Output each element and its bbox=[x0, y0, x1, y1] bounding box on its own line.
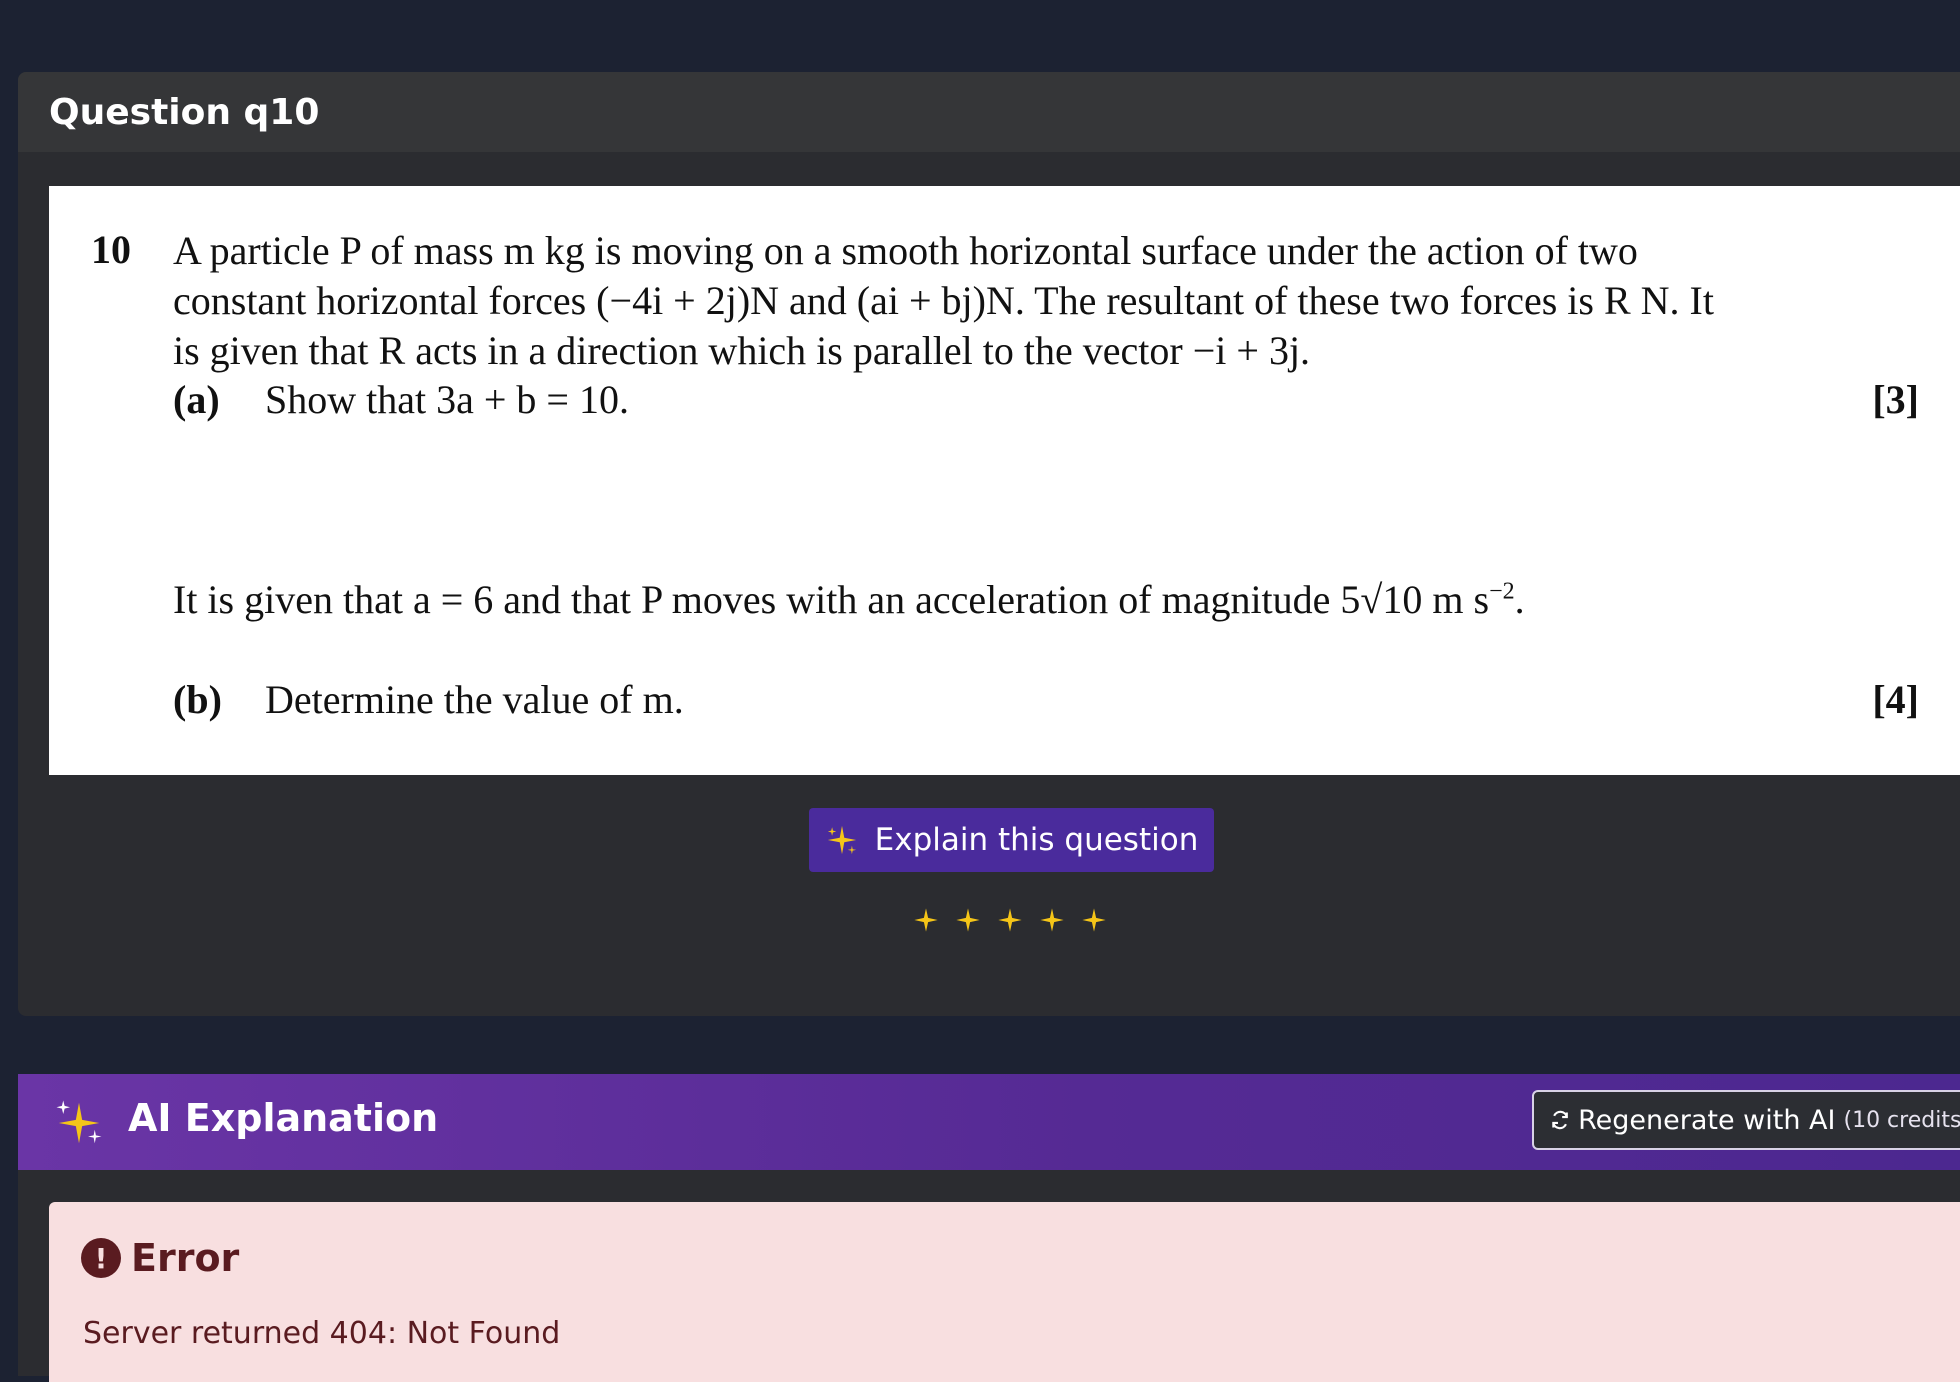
sparkle-icon[interactable] bbox=[954, 904, 982, 936]
regenerate-label: Regenerate with AI bbox=[1578, 1104, 1836, 1136]
given-exponent: −2 bbox=[1489, 578, 1515, 605]
sparkle-icon[interactable] bbox=[1080, 904, 1108, 936]
given-text: It is given that a = 6 and that P moves … bbox=[173, 577, 1490, 622]
sparkle-icon[interactable] bbox=[912, 904, 940, 936]
given-statement: It is given that a = 6 and that P moves … bbox=[173, 576, 1525, 623]
stem-line: constant horizontal forces (−4i + 2j)N a… bbox=[173, 278, 1714, 323]
part-a-marks: [3] bbox=[1872, 377, 1919, 422]
stem-line: A particle P of mass m kg is moving on a… bbox=[173, 228, 1638, 273]
question-card-header: Question q10 bbox=[18, 72, 1960, 152]
part-a-label: (a) bbox=[173, 377, 220, 422]
sparkles-icon bbox=[827, 825, 856, 855]
stem-line: is given that R acts in a direction whic… bbox=[173, 328, 1311, 373]
ai-explanation-body: ! Error Server returned 404: Not Found bbox=[18, 1170, 1960, 1382]
regenerate-credits: (10 credits) bbox=[1843, 1107, 1960, 1133]
ai-explanation-title: AI Explanation bbox=[128, 1096, 439, 1140]
question-title: Question q10 bbox=[49, 91, 320, 133]
part-b-text: Determine the value of m. bbox=[265, 677, 684, 722]
part-b-marks: [4] bbox=[1872, 677, 1919, 722]
exclamation-icon: ! bbox=[81, 1238, 121, 1278]
part-b: (b) Determine the value of m. [4] bbox=[173, 676, 1919, 726]
part-a: (a) Show that 3a + b = 10. [3] bbox=[173, 376, 1919, 426]
question-card: Question q10 10 A particle P of mass m k… bbox=[18, 72, 1960, 1016]
regenerate-button[interactable]: Regenerate with AI (10 credits) bbox=[1532, 1090, 1960, 1150]
sparkles-icon bbox=[56, 1100, 102, 1144]
ai-explanation-header: AI Explanation Regenerate with AI (10 cr… bbox=[18, 1074, 1960, 1170]
error-title: Error bbox=[131, 1236, 240, 1280]
error-alert: ! Error Server returned 404: Not Found bbox=[49, 1202, 1960, 1382]
part-a-text: Show that 3a + b = 10. bbox=[265, 377, 629, 422]
question-number: 10 bbox=[91, 227, 131, 272]
error-message: Server returned 404: Not Found bbox=[83, 1316, 561, 1351]
given-end: . bbox=[1514, 577, 1525, 622]
sparkle-icon[interactable] bbox=[1038, 904, 1066, 936]
rating-sparkles bbox=[912, 904, 1108, 940]
explain-question-button[interactable]: Explain this question bbox=[809, 808, 1214, 872]
part-b-label: (b) bbox=[173, 677, 222, 722]
refresh-icon bbox=[1552, 1110, 1568, 1130]
question-stem: A particle P of mass m kg is moving on a… bbox=[173, 226, 1943, 376]
sparkle-icon[interactable] bbox=[996, 904, 1024, 936]
error-heading: ! Error bbox=[81, 1236, 239, 1280]
explain-question-label: Explain this question bbox=[874, 822, 1199, 858]
question-image: 10 A particle P of mass m kg is moving o… bbox=[49, 186, 1960, 775]
